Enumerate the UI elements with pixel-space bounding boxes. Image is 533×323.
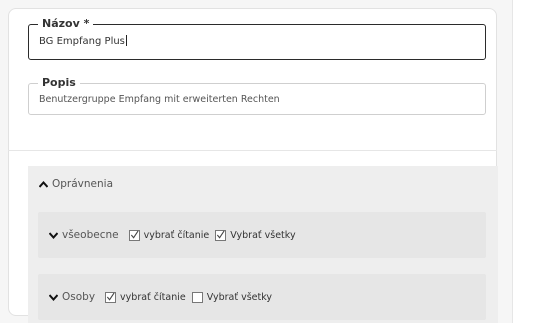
text-caret	[125, 35, 127, 46]
persons-select-all-option[interactable]: Vybrať všetky	[191, 291, 273, 303]
name-field-label: Názov *	[42, 17, 90, 30]
checkmark-icon	[106, 292, 115, 301]
name-input-value[interactable]: BG Empfang Plus	[39, 35, 475, 49]
general-select-read-label: vybrať čítanie	[143, 229, 210, 241]
persons-select-read-label: vybrať čítanie	[120, 291, 186, 303]
persons-select-all-label: Vybrať všetky	[206, 291, 273, 303]
general-select-all-checkbox[interactable]	[215, 229, 227, 241]
permission-group-general-label: všeobecne	[62, 229, 119, 241]
checkmark-icon	[130, 230, 139, 239]
permission-group-persons-toggle[interactable]: Osoby	[48, 291, 95, 303]
chevron-up-icon	[38, 179, 48, 189]
page: Názov * BG Empfang Plus Popis Benutzergr…	[0, 0, 533, 323]
permission-group-general: všeobecne vybrať čítanie Vybrať všetky	[38, 212, 486, 258]
permissions-header-label: Oprávnenia	[52, 178, 114, 190]
chevron-down-icon	[48, 230, 58, 240]
checkmark-icon	[217, 230, 225, 239]
chevron-down-icon	[48, 292, 58, 302]
persons-select-read-option[interactable]: vybrať čítanie	[105, 291, 186, 303]
permission-group-persons: Osoby vybrať čítanie Vybrať všetky	[38, 274, 486, 320]
description-input-value[interactable]: Benutzergruppe Empfang mit erweiterten R…	[39, 93, 475, 107]
general-select-all-option[interactable]: Vybrať všetky	[215, 229, 296, 241]
general-select-all-label: Vybrať všetky	[230, 229, 296, 241]
general-select-read-checkbox[interactable]	[128, 229, 140, 241]
persons-select-all-checkbox[interactable]	[191, 291, 203, 303]
persons-select-read-checkbox[interactable]	[105, 291, 117, 303]
description-field[interactable]: Popis Benutzergruppe Empfang mit erweite…	[28, 77, 486, 115]
permission-group-persons-label: Osoby	[62, 291, 96, 303]
permission-group-general-toggle[interactable]: všeobecne	[48, 229, 119, 241]
description-field-label: Popis	[42, 76, 76, 89]
general-select-read-option[interactable]: vybrať čítanie	[128, 229, 210, 241]
name-field[interactable]: Názov * BG Empfang Plus	[28, 18, 486, 60]
permissions-accordion: Oprávnenia všeobecne vybrať čítanie Vybr…	[28, 166, 498, 323]
right-panel	[513, 0, 533, 323]
permissions-accordion-header[interactable]: Oprávnenia	[28, 166, 498, 202]
section-divider	[8, 150, 497, 151]
